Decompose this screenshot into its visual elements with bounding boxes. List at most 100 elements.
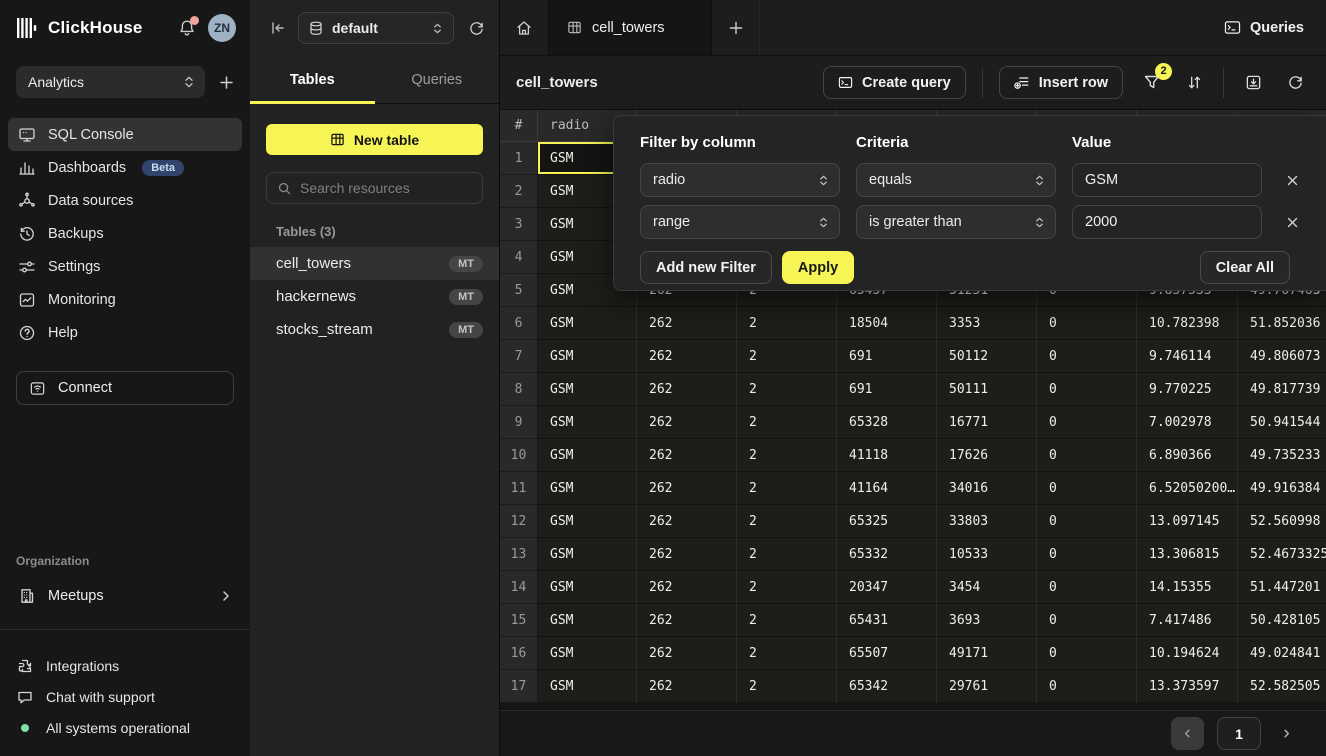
table-cell[interactable]: 34016	[937, 472, 1037, 505]
sidebar-item-data-sources[interactable]: Data sources	[8, 184, 242, 217]
filter-value-input[interactable]	[1072, 205, 1262, 239]
row-number-cell[interactable]: 16	[500, 637, 538, 670]
sidebar-item-chat-support[interactable]: Chat with support	[16, 681, 234, 712]
filter-column-select[interactable]: range	[640, 205, 840, 239]
table-cell[interactable]: 262	[637, 637, 737, 670]
table-cell[interactable]: 3353	[937, 307, 1037, 340]
table-cell[interactable]: 2	[737, 670, 837, 703]
table-cell[interactable]: 2	[737, 307, 837, 340]
tab-cell-towers[interactable]: cell_towers	[548, 0, 712, 55]
sidebar-item-backups[interactable]: Backups	[8, 217, 242, 250]
table-cell[interactable]: 6.52050200…	[1137, 472, 1238, 505]
table-cell[interactable]: 65332	[837, 538, 937, 571]
row-number-cell[interactable]: 12	[500, 505, 538, 538]
sidebar-item-help[interactable]: Help	[8, 316, 242, 349]
filter-column-select[interactable]: radio	[640, 163, 840, 197]
queries-button[interactable]: Queries	[1202, 0, 1326, 55]
table-cell[interactable]: 262	[637, 406, 737, 439]
collapse-panel-icon[interactable]	[270, 20, 286, 36]
table-cell[interactable]: GSM	[538, 604, 637, 637]
tab-tables[interactable]: Tables	[250, 56, 375, 103]
clear-all-button[interactable]: Clear All	[1200, 251, 1290, 284]
table-cell[interactable]: 65325	[837, 505, 937, 538]
table-cell[interactable]: 262	[637, 505, 737, 538]
table-cell[interactable]: 33803	[937, 505, 1037, 538]
table-cell[interactable]: 2	[737, 505, 837, 538]
table-cell[interactable]: GSM	[538, 406, 637, 439]
table-cell[interactable]: 16771	[937, 406, 1037, 439]
sidebar-item-dashboards[interactable]: Dashboards Beta	[8, 151, 242, 184]
table-cell[interactable]: 262	[637, 604, 737, 637]
table-cell[interactable]: 50112	[937, 340, 1037, 373]
row-number-cell[interactable]: 8	[500, 373, 538, 406]
table-cell[interactable]: 41164	[837, 472, 937, 505]
table-cell[interactable]: 49.024841	[1238, 637, 1326, 670]
row-number-cell[interactable]: 1	[500, 142, 538, 175]
download-button[interactable]	[1240, 70, 1266, 96]
table-cell[interactable]: 9.770225	[1137, 373, 1238, 406]
table-cell[interactable]: GSM	[538, 340, 637, 373]
sort-button[interactable]	[1181, 70, 1207, 96]
table-cell[interactable]: 49.806073	[1238, 340, 1326, 373]
table-cell[interactable]: 52.560998	[1238, 505, 1326, 538]
filter-criteria-select[interactable]: equals	[856, 163, 1056, 197]
table-cell[interactable]: 13.373597	[1137, 670, 1238, 703]
search-resources-box[interactable]	[266, 172, 483, 204]
row-number-cell[interactable]: 10	[500, 439, 538, 472]
table-cell[interactable]: GSM	[538, 637, 637, 670]
table-cell[interactable]: 3454	[937, 571, 1037, 604]
table-cell[interactable]: 13.097145	[1137, 505, 1238, 538]
table-cell[interactable]: 6.890366	[1137, 439, 1238, 472]
table-cell[interactable]: 51.447201	[1238, 571, 1326, 604]
table-cell[interactable]: GSM	[538, 439, 637, 472]
add-workspace-button[interactable]	[219, 75, 234, 90]
table-cell[interactable]: 52.582505	[1238, 670, 1326, 703]
refresh-button[interactable]	[1282, 70, 1308, 96]
table-cell[interactable]: 10533	[937, 538, 1037, 571]
remove-filter-icon[interactable]	[1278, 208, 1306, 236]
table-list-item-cell-towers[interactable]: cell_towers MT	[250, 247, 499, 280]
table-list-item-stocks-stream[interactable]: stocks_stream MT	[250, 313, 499, 346]
row-number-cell[interactable]: 11	[500, 472, 538, 505]
table-cell[interactable]: 65507	[837, 637, 937, 670]
sidebar-item-monitoring[interactable]: Monitoring	[8, 283, 242, 316]
table-cell[interactable]: 65328	[837, 406, 937, 439]
remove-filter-icon[interactable]	[1278, 166, 1306, 194]
table-cell[interactable]: 13.306815	[1137, 538, 1238, 571]
table-cell[interactable]: 0	[1037, 604, 1137, 637]
sidebar-item-settings[interactable]: Settings	[8, 250, 242, 283]
table-cell[interactable]: 41118	[837, 439, 937, 472]
table-cell[interactable]: 17626	[937, 439, 1037, 472]
table-cell[interactable]: 0	[1037, 406, 1137, 439]
table-cell[interactable]: 0	[1037, 439, 1137, 472]
table-cell[interactable]: 2	[737, 637, 837, 670]
workspace-select[interactable]: Analytics	[16, 66, 205, 98]
table-cell[interactable]: 20347	[837, 571, 937, 604]
refresh-tables-icon[interactable]	[468, 20, 485, 37]
table-cell[interactable]: 262	[637, 307, 737, 340]
next-page-button[interactable]	[1274, 717, 1298, 750]
table-cell[interactable]: GSM	[538, 670, 637, 703]
previous-page-button[interactable]	[1171, 717, 1204, 750]
notifications-button[interactable]	[178, 19, 196, 37]
table-cell[interactable]: 0	[1037, 307, 1137, 340]
create-query-button[interactable]: Create query	[823, 66, 966, 99]
table-cell[interactable]: 262	[637, 373, 737, 406]
table-cell[interactable]: 29761	[937, 670, 1037, 703]
table-cell[interactable]: 2	[737, 406, 837, 439]
table-cell[interactable]: 52.4673325	[1238, 538, 1326, 571]
new-tab-button[interactable]	[712, 0, 760, 55]
table-cell[interactable]: 2	[737, 340, 837, 373]
table-cell[interactable]: 691	[837, 373, 937, 406]
avatar[interactable]: ZN	[208, 14, 236, 42]
table-cell[interactable]: GSM	[538, 307, 637, 340]
row-number-cell[interactable]: 15	[500, 604, 538, 637]
table-cell[interactable]: 49171	[937, 637, 1037, 670]
table-cell[interactable]: 0	[1037, 373, 1137, 406]
table-cell[interactable]: 0	[1037, 538, 1137, 571]
page-number[interactable]: 1	[1217, 717, 1261, 750]
table-cell[interactable]: 2	[737, 571, 837, 604]
table-cell[interactable]: GSM	[538, 373, 637, 406]
table-cell[interactable]: 18504	[837, 307, 937, 340]
table-cell[interactable]: 2	[737, 439, 837, 472]
